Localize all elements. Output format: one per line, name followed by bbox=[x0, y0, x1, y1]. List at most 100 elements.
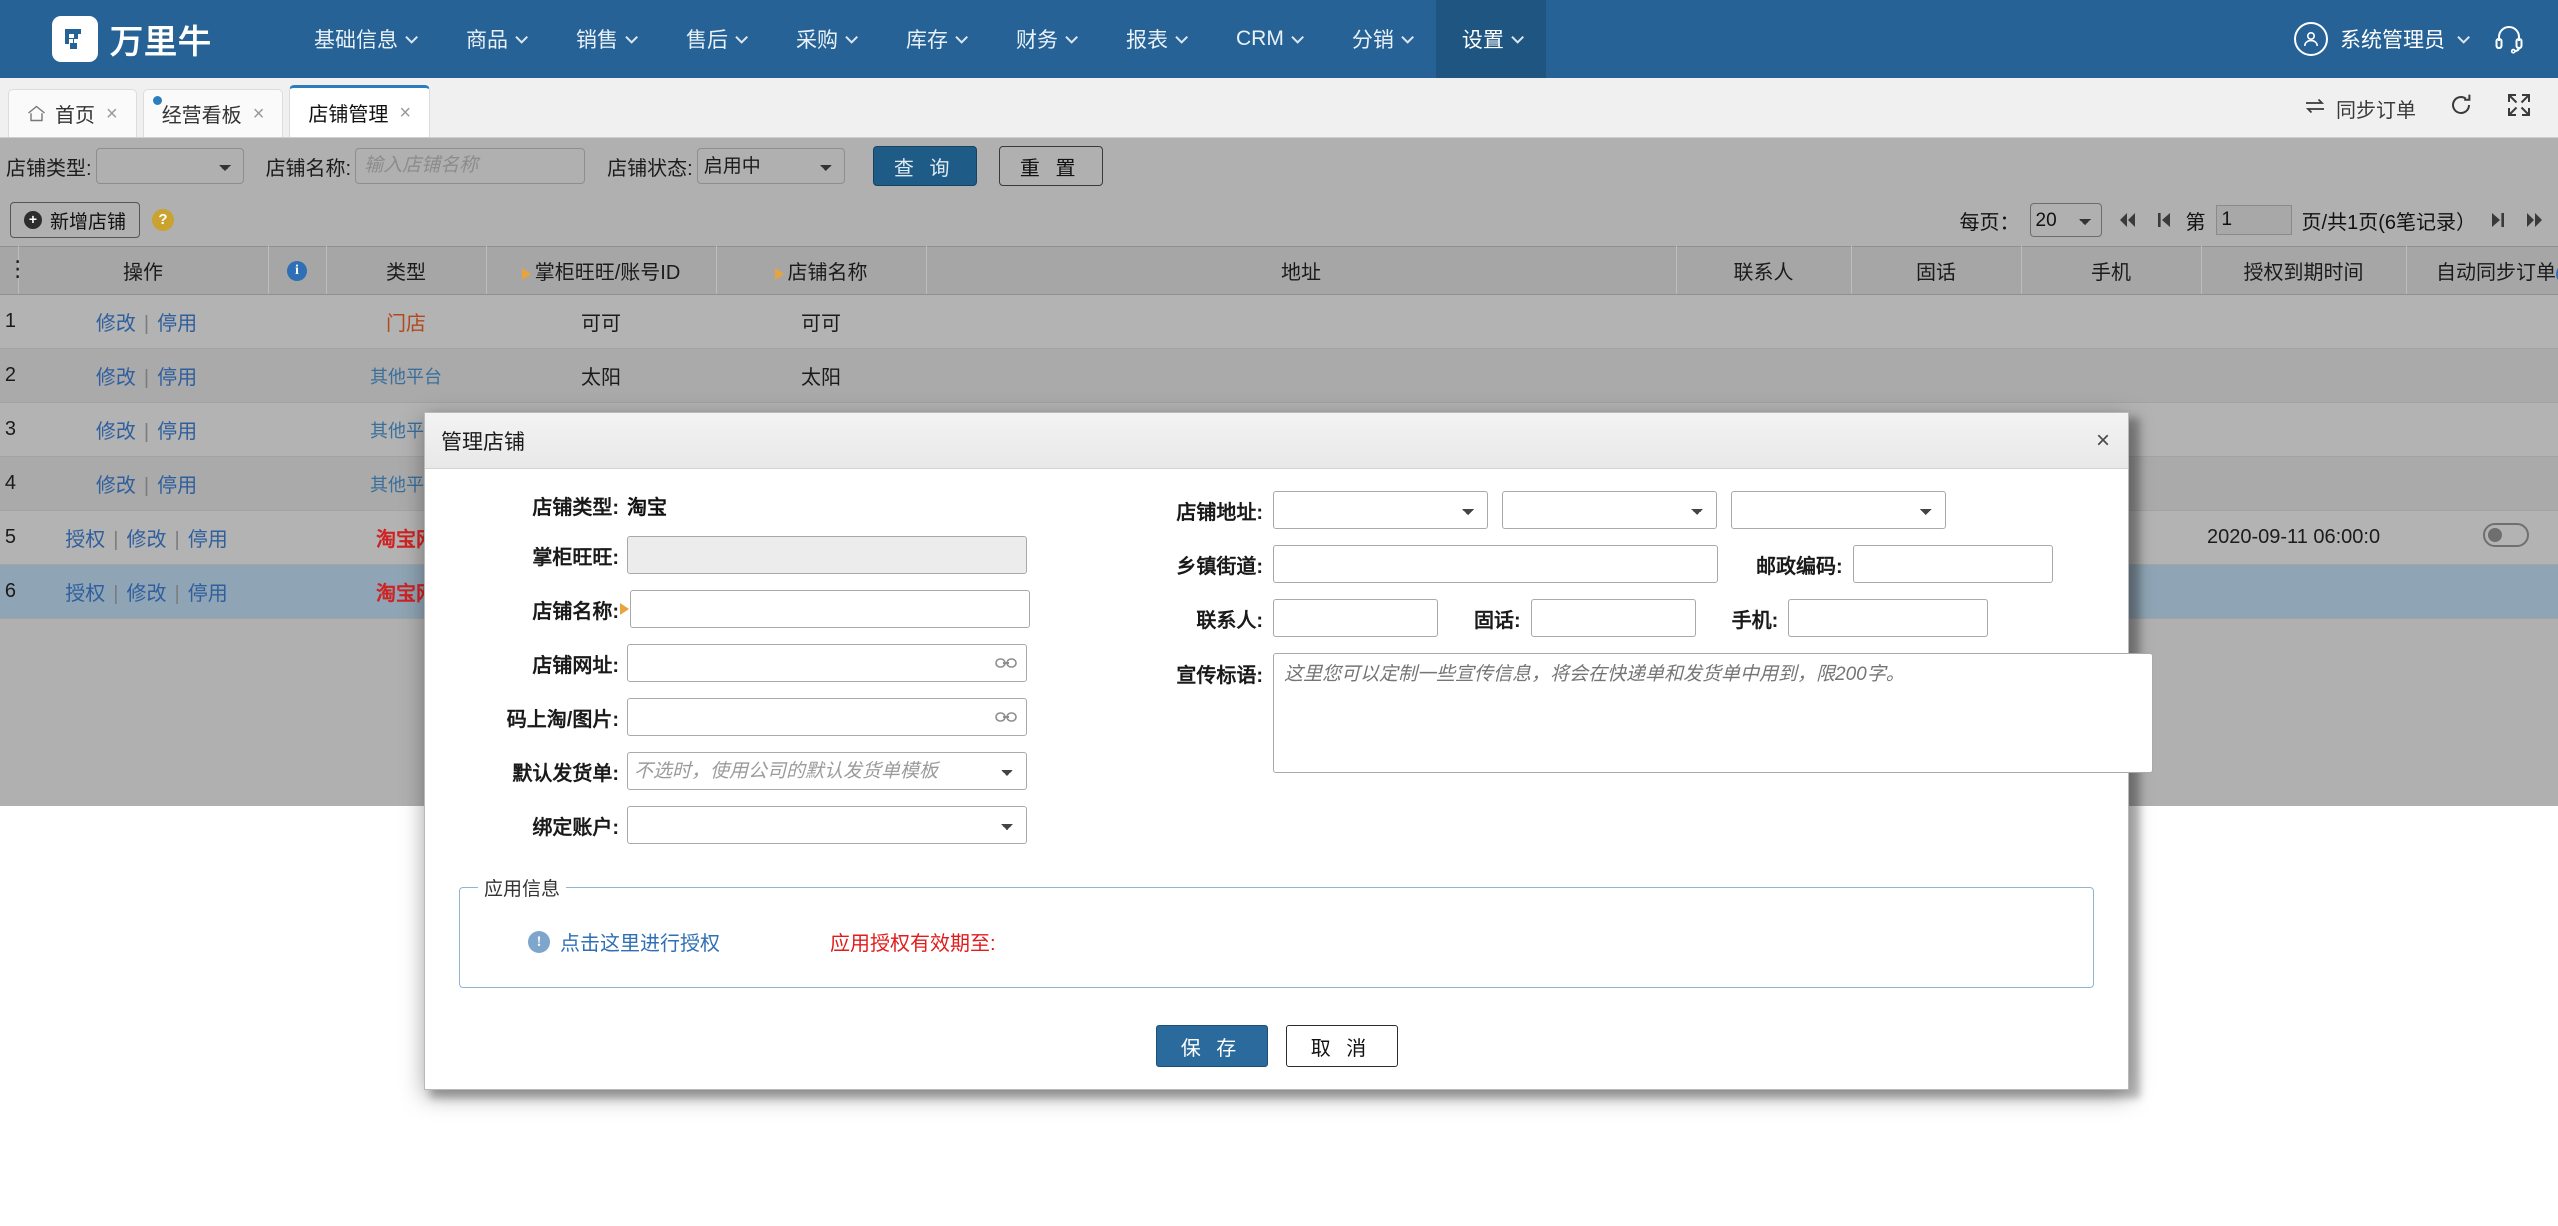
op-link-1[interactable]: 停用 bbox=[157, 475, 197, 497]
op-link-0[interactable]: 修改 bbox=[96, 313, 136, 335]
nav-item-caiwu[interactable]: 财务 bbox=[990, 0, 1100, 78]
close-icon[interactable]: × bbox=[2096, 428, 2110, 453]
zipcode-input[interactable] bbox=[1852, 545, 2053, 583]
nav-item-jichuxinxi[interactable]: 基础信息 bbox=[288, 0, 440, 78]
close-icon[interactable]: × bbox=[106, 104, 118, 124]
op-link-2[interactable]: 停用 bbox=[188, 583, 228, 605]
fullscreen-icon[interactable] bbox=[2506, 92, 2532, 124]
address-district-select[interactable] bbox=[1731, 491, 1946, 529]
op-link-0[interactable]: 修改 bbox=[96, 367, 136, 389]
table-row[interactable]: 2 修改 | 停用 其他平台 太阳 太阳 bbox=[0, 348, 2558, 403]
op-link-1[interactable]: 停用 bbox=[157, 367, 197, 389]
op-link-0[interactable]: 修改 bbox=[96, 421, 136, 443]
column-header-contact[interactable]: 联系人 bbox=[1676, 246, 1852, 295]
wangwang-input[interactable] bbox=[627, 536, 1027, 574]
tel-input[interactable] bbox=[1530, 599, 1696, 637]
address-city-select[interactable] bbox=[1502, 491, 1717, 529]
separator: | bbox=[143, 367, 150, 389]
tab-shouye[interactable]: 首页 × bbox=[8, 89, 137, 137]
page-suffix-label: 页/共1页(6笔记录） bbox=[2301, 211, 2476, 234]
page-number-input[interactable] bbox=[2215, 205, 2292, 235]
close-icon[interactable]: × bbox=[399, 103, 411, 123]
street-input[interactable] bbox=[1273, 545, 1718, 583]
nav-item-fenxiao[interactable]: 分销 bbox=[1326, 0, 1436, 78]
table-row[interactable]: 1 修改 | 停用 门店 可可 可可 bbox=[0, 294, 2558, 349]
bind-account-select[interactable] bbox=[627, 806, 1027, 844]
headset-icon[interactable] bbox=[2492, 21, 2528, 57]
required-marker-icon bbox=[620, 603, 629, 615]
row-type: 其他平台 bbox=[326, 348, 486, 403]
per-page-select[interactable]: 2050100 bbox=[2029, 203, 2102, 237]
authorize-link[interactable]: ! 点击这里进行授权 bbox=[528, 927, 720, 956]
op-link-1[interactable]: 停用 bbox=[157, 421, 197, 443]
prev-page-icon[interactable] bbox=[2152, 210, 2176, 230]
column-header-tel[interactable]: 固话 bbox=[1851, 246, 2022, 295]
brand-name: 万里牛 bbox=[110, 23, 212, 60]
reset-button[interactable]: 重 置 bbox=[998, 146, 1103, 186]
column-header-authexpire[interactable]: 授权到期时间 bbox=[2201, 246, 2407, 295]
shop-type-select[interactable]: 淘宝门店其他平台 bbox=[95, 148, 244, 184]
op-link-1[interactable]: 修改 bbox=[127, 529, 167, 551]
nav-item-xiaoshou[interactable]: 销售 bbox=[550, 0, 660, 78]
first-page-icon[interactable] bbox=[2112, 210, 2142, 230]
tab-dianpuguanli[interactable]: 店铺管理 × bbox=[289, 85, 431, 137]
mashangtao-input[interactable] bbox=[627, 698, 1027, 736]
op-link-0[interactable]: 授权 bbox=[65, 529, 105, 551]
sync-orders-label: 同步订单 bbox=[2336, 99, 2416, 122]
last-page-icon[interactable] bbox=[2520, 210, 2550, 230]
mobile-input[interactable] bbox=[1788, 599, 1989, 637]
op-link-2[interactable]: 停用 bbox=[188, 529, 228, 551]
op-link-1[interactable]: 停用 bbox=[157, 313, 197, 335]
shop-status-select[interactable]: 启用中已停用全部 bbox=[696, 148, 845, 184]
chevron-down-icon bbox=[1065, 30, 1078, 44]
column-header-autosync[interactable]: 自动同步订单i bbox=[2406, 246, 2558, 295]
link-icon[interactable] bbox=[995, 710, 1017, 724]
op-link-0[interactable]: 授权 bbox=[65, 583, 105, 605]
column-drag-handle[interactable]: ⋮ bbox=[0, 246, 29, 295]
brand-logo-group[interactable]: 万里牛 bbox=[52, 15, 212, 63]
shop-url-input[interactable] bbox=[627, 644, 1027, 682]
auto-sync-toggle[interactable] bbox=[2483, 522, 2529, 547]
nav-item-shangpin[interactable]: 商品 bbox=[440, 0, 550, 78]
op-link-1[interactable]: 修改 bbox=[127, 583, 167, 605]
nav-item-kucun[interactable]: 库存 bbox=[880, 0, 990, 78]
column-header-type[interactable]: 类型 bbox=[326, 246, 487, 295]
refresh-icon[interactable] bbox=[2448, 92, 2474, 124]
nav-item-shouhou[interactable]: 售后 bbox=[660, 0, 770, 78]
column-header-shopname[interactable]: 店铺名称 bbox=[716, 246, 927, 295]
save-button[interactable]: 保 存 bbox=[1155, 1025, 1268, 1067]
column-header-mobile[interactable]: 手机 bbox=[2021, 246, 2202, 295]
default-invoice-select[interactable]: 不选时，使用公司的默认发货单模板 bbox=[627, 752, 1027, 790]
question-help-icon[interactable]: ? bbox=[152, 209, 175, 231]
column-header-info[interactable]: i bbox=[268, 246, 327, 295]
add-shop-button[interactable]: + 新增店铺 bbox=[10, 202, 141, 238]
column-header-ops[interactable]: 操作 bbox=[18, 246, 269, 295]
op-link-0[interactable]: 修改 bbox=[96, 475, 136, 497]
drag-dots-icon: ⋮ bbox=[7, 258, 29, 280]
shop-name-input[interactable] bbox=[630, 590, 1030, 628]
next-page-icon[interactable] bbox=[2486, 210, 2510, 230]
mashangtao-label: 码上淘/图片: bbox=[506, 708, 619, 731]
query-button[interactable]: 查 询 bbox=[872, 146, 977, 186]
nav-item-baobiao[interactable]: 报表 bbox=[1100, 0, 1210, 78]
column-header-address[interactable]: 地址 bbox=[926, 246, 1677, 295]
link-icon[interactable] bbox=[995, 656, 1017, 670]
nav-item-caigou[interactable]: 采购 bbox=[770, 0, 880, 78]
shop-name-input[interactable] bbox=[355, 148, 586, 184]
nav-item-crm[interactable]: CRM bbox=[1210, 0, 1326, 78]
slogan-textarea[interactable] bbox=[1273, 653, 2153, 773]
nav-label: 财务 bbox=[1016, 29, 1058, 52]
close-icon[interactable]: × bbox=[253, 104, 265, 124]
column-label: 掌柜旺旺/账号ID bbox=[534, 262, 681, 284]
user-menu[interactable]: 系统管理员 bbox=[2294, 22, 2470, 56]
address-province-select[interactable] bbox=[1273, 491, 1488, 529]
sync-orders-button[interactable]: 同步订单 bbox=[2304, 94, 2416, 123]
tab-jingyingkanban[interactable]: 经营看板 × bbox=[142, 89, 284, 137]
cancel-button[interactable]: 取 消 bbox=[1285, 1025, 1398, 1067]
field-shop-type: 店铺类型: 淘宝 bbox=[459, 491, 1099, 520]
row-authexpire bbox=[2201, 348, 2406, 403]
contact-input[interactable] bbox=[1273, 599, 1438, 637]
column-header-wangwang[interactable]: 掌柜旺旺/账号ID bbox=[486, 246, 717, 295]
nav-item-shezhi[interactable]: 设置 bbox=[1435, 0, 1546, 78]
form-left-column: 店铺类型: 淘宝 掌柜旺旺: 店铺名称: 店铺网址: 码上淘/图片: 默认发货单… bbox=[459, 491, 1099, 860]
